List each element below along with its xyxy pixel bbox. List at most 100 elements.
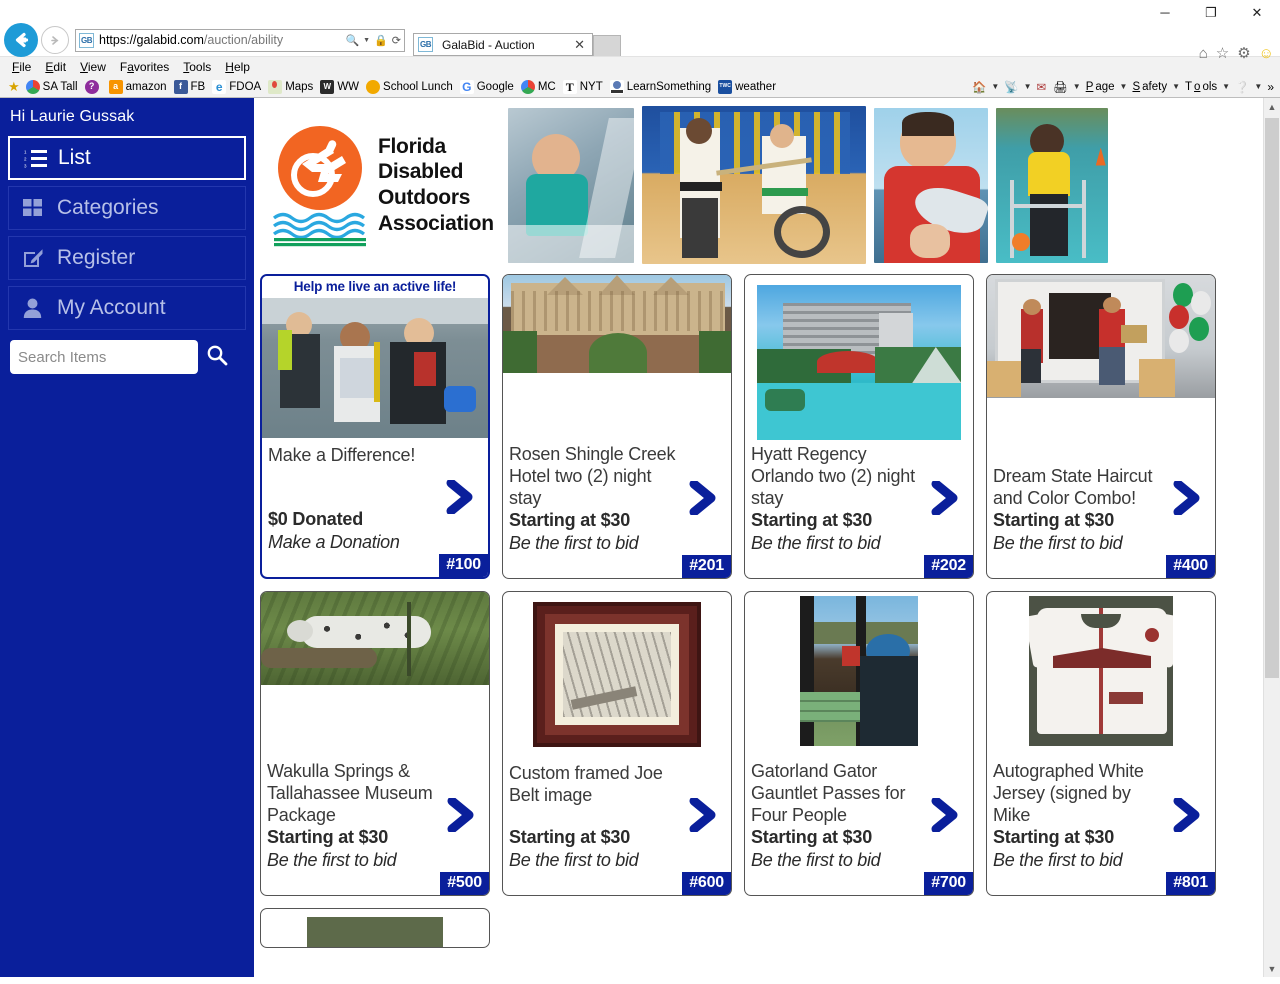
favorite-school-lunch[interactable]: School Lunch	[364, 79, 458, 94]
chevron-down-icon[interactable]: ▼	[1254, 82, 1262, 91]
close-button[interactable]: ✕	[1234, 0, 1280, 24]
sidebar-item-register[interactable]: Register	[8, 236, 246, 280]
learnsomething-icon	[609, 79, 624, 94]
restore-button[interactable]: ❐	[1188, 0, 1234, 24]
sidebar-item-categories[interactable]: Categories	[8, 186, 246, 230]
auction-item-card[interactable]	[260, 908, 490, 948]
read-mail-icon[interactable]: ✉	[1035, 80, 1049, 94]
refresh-icon[interactable]: ⟳	[392, 34, 401, 47]
auction-item-card[interactable]: Gatorland Gator Gauntlet Passes for Four…	[744, 591, 974, 896]
menu-item-tools[interactable]: Tools	[177, 59, 217, 75]
auction-item-card[interactable]: Hyatt Regency Orlando two (2) night stay…	[744, 274, 974, 579]
command-safety[interactable]: Safety	[1130, 81, 1169, 93]
chevron-right-icon[interactable]	[446, 478, 476, 519]
item-number-badge: #801	[1166, 872, 1215, 895]
user-greeting: Hi Laurie Gussak	[10, 108, 135, 125]
command-tools[interactable]: To ols	[1183, 81, 1219, 93]
favorite-maps[interactable]: Maps	[266, 79, 318, 94]
chevron-right-icon[interactable]	[689, 796, 719, 837]
smiley-icon[interactable]: ☺	[1259, 46, 1274, 61]
menu-item-help[interactable]: Help	[219, 59, 256, 75]
gear-icon[interactable]: ⚙	[1237, 46, 1250, 61]
add-favorite-star-icon[interactable]: ★	[4, 79, 24, 95]
chevron-down-icon[interactable]: ▼	[1222, 82, 1230, 91]
favorite-label: MC	[537, 80, 556, 93]
chevron-right-icon[interactable]	[931, 479, 961, 520]
window-titlebar: ─ ❐ ✕	[0, 0, 1280, 24]
sidebar-item-my-account[interactable]: My Account	[8, 286, 246, 330]
favorite-question[interactable]: ?	[83, 79, 107, 94]
search-icon[interactable]: 🔍	[345, 34, 359, 47]
search-input-wrapper[interactable]	[10, 340, 198, 374]
chevron-down-icon[interactable]: ▼	[363, 37, 370, 44]
auction-item-card[interactable]: Wakulla Springs & Tallahassee Museum Pac…	[260, 591, 490, 896]
favorite-sa-tall[interactable]: SA Tall	[24, 79, 83, 94]
menu-item-favorites[interactable]: Favorites	[114, 59, 175, 75]
favorites-star-icon[interactable]: ☆	[1216, 46, 1229, 61]
scroll-up-button[interactable]: ▲	[1264, 98, 1280, 115]
auction-item-card[interactable]: Autographed White Jersey (signed by Mike…	[986, 591, 1216, 896]
site-favicon-icon: GB	[79, 32, 94, 48]
promo-header: Help me live an active life!	[262, 276, 488, 298]
chevron-down-icon[interactable]: ▼	[1073, 82, 1081, 91]
menu-item-edit[interactable]: Edit	[39, 59, 72, 75]
search-icon[interactable]	[206, 344, 228, 371]
back-arrow-icon[interactable]	[4, 23, 38, 57]
favorite-google[interactable]: G Google	[458, 79, 519, 94]
favorite-ww[interactable]: W WW	[318, 79, 364, 94]
scroll-down-button[interactable]: ▼	[1264, 960, 1280, 977]
chevron-right-icon[interactable]	[447, 796, 477, 837]
sidebar-item-list[interactable]: 1 2 3 List	[8, 136, 246, 180]
close-icon[interactable]: ✕	[571, 37, 588, 53]
favorite-fb[interactable]: f FB	[172, 79, 211, 94]
scrollbar-thumb[interactable]	[1265, 118, 1279, 678]
tab-galabid-auction[interactable]: GB GalaBid - Auction ✕	[413, 33, 593, 56]
auction-item-card[interactable]: Help me live an active life! Make a Diff…	[260, 274, 490, 579]
chevron-down-icon[interactable]: ▼	[1024, 82, 1032, 91]
new-tab-button[interactable]	[593, 35, 621, 56]
search-input[interactable]	[18, 348, 190, 366]
menu-item-file[interactable]: FFileile	[6, 59, 37, 75]
chevron-right-icon[interactable]	[1173, 796, 1203, 837]
chevron-right-icon[interactable]	[931, 796, 961, 837]
home-icon[interactable]: 🏠	[970, 80, 988, 94]
chevron-down-icon[interactable]: ▼	[1172, 82, 1180, 91]
item-title: Make a Difference!	[268, 444, 416, 465]
pencil-square-icon	[23, 248, 47, 268]
sidebar-item-label: My Account	[57, 296, 166, 319]
command-bar: 🏠 ▼ 📡 ▼ ✉ 🖨 ▼ Page ▼ Safety ▼ To ols ▼ ❔ ▼ »	[970, 80, 1276, 94]
print-icon[interactable]: 🖨	[1051, 80, 1070, 94]
chevron-down-icon[interactable]: ▼	[1120, 82, 1128, 91]
help-icon[interactable]: ❔	[1233, 80, 1251, 94]
svg-text:1: 1	[24, 149, 27, 154]
favorite-fdoa[interactable]: e FDOA	[210, 79, 266, 94]
favorite-weather[interactable]: TWC weather	[716, 79, 781, 94]
amazon-icon: a	[108, 79, 123, 94]
favorite-amazon[interactable]: a amazon	[107, 79, 172, 94]
main-content: Florida Disabled Outdoors Association He…	[254, 98, 1280, 977]
favorite-nyt[interactable]: T NYT	[561, 79, 608, 94]
favorite-mc[interactable]: MC	[519, 79, 561, 94]
chevron-right-icon[interactable]	[689, 479, 719, 520]
navigation-bar: GB https://galabid.com/auction/ability 🔍…	[0, 23, 1280, 61]
feeds-icon[interactable]: 📡	[1002, 80, 1020, 94]
item-number-badge: #100	[439, 554, 488, 577]
auction-item-card[interactable]: Dream State Haircut and Color Combo! Sta…	[986, 274, 1216, 579]
address-bar[interactable]: GB https://galabid.com/auction/ability 🔍…	[75, 28, 405, 52]
home-icon[interactable]: ⌂	[1199, 46, 1208, 61]
command-page[interactable]: Page	[1084, 81, 1117, 93]
item-subtitle: Be the first to bid	[751, 532, 881, 553]
vertical-scrollbar[interactable]: ▲ ▼	[1263, 98, 1280, 977]
chevron-down-icon[interactable]: ▼	[991, 82, 999, 91]
forward-arrow-icon[interactable]	[41, 26, 69, 54]
auction-item-card[interactable]: Rosen Shingle Creek Hotel two (2) night …	[502, 274, 732, 579]
minimize-button[interactable]: ─	[1142, 0, 1188, 24]
menu-item-view[interactable]: View	[74, 59, 112, 75]
weather-channel-icon: TWC	[718, 79, 733, 94]
auction-item-card[interactable]: Custom framed Joe Belt image Starting at…	[502, 591, 732, 896]
item-subtitle: Be the first to bid	[751, 849, 881, 870]
favorite-learnsomething[interactable]: LearnSomething	[608, 79, 716, 94]
overflow-chevrons-icon[interactable]: »	[1265, 80, 1276, 94]
chrome-circle-icon	[520, 79, 535, 94]
chevron-right-icon[interactable]	[1173, 479, 1203, 520]
